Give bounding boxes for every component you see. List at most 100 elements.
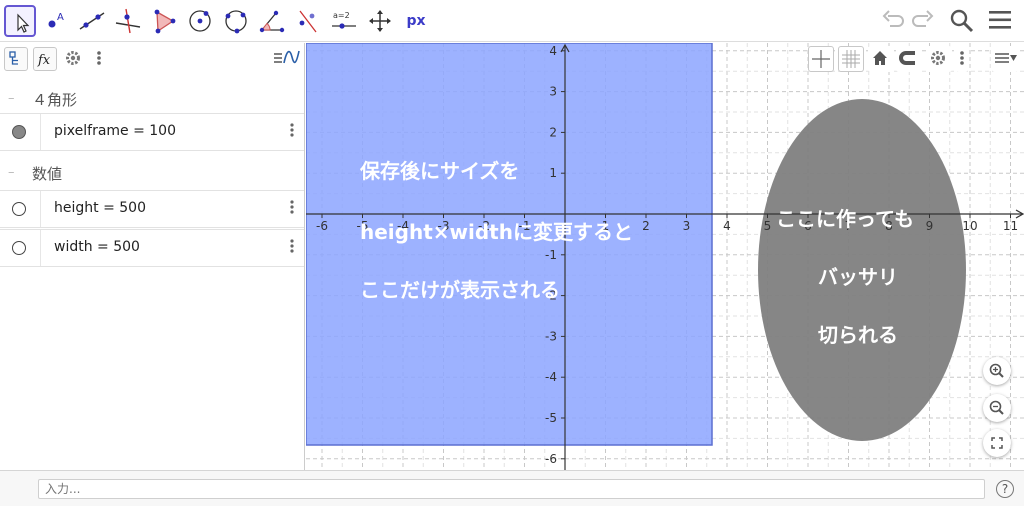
slider-tool-button[interactable]: a=2 xyxy=(328,5,360,37)
gear-icon xyxy=(931,51,945,65)
vertical-dots-icon[interactable] xyxy=(286,235,298,259)
algebra-view-close-button[interactable] xyxy=(272,47,300,71)
hamburger-menu-icon xyxy=(989,11,1011,29)
algebra-row-pixelframe[interactable]: pixelframe = 100 xyxy=(0,113,304,151)
grid-icon xyxy=(842,50,860,68)
algebra-row-width[interactable]: width = 500 xyxy=(0,229,304,267)
fullscreen-icon xyxy=(991,437,1003,449)
angle-icon xyxy=(259,10,285,33)
polygon-tool-button[interactable] xyxy=(148,5,180,37)
algebra-more-button[interactable] xyxy=(94,47,104,71)
undo-icon xyxy=(882,10,904,27)
graphics-style-bar xyxy=(808,46,1020,76)
search-button[interactable] xyxy=(949,8,975,36)
y-tick-label: -4 xyxy=(545,370,557,384)
annotation-text: 保存後にサイズを xyxy=(360,159,520,183)
vertical-dots-icon xyxy=(97,51,101,65)
auxiliary-objects-button[interactable]: fx xyxy=(33,47,57,71)
px-label: px xyxy=(406,13,426,29)
y-tick-label: -3 xyxy=(545,329,557,343)
annotation-text: 切られる xyxy=(818,323,898,347)
algebra-definition: height = 500 xyxy=(54,200,146,216)
perpendicular-line-icon xyxy=(115,8,141,34)
point-tool-button[interactable]: A xyxy=(40,5,72,37)
redo-button[interactable] xyxy=(912,8,934,36)
collapse-icon[interactable]: – xyxy=(8,165,15,180)
grid-toggle-button[interactable] xyxy=(838,46,864,72)
algebra-group-numbers[interactable]: – 数値 xyxy=(0,155,304,191)
angle-tool-button[interactable] xyxy=(256,5,288,37)
axes-icon xyxy=(812,50,830,68)
graphics-more-button[interactable] xyxy=(956,46,968,72)
circle-center-point-tool-button[interactable] xyxy=(184,5,216,37)
y-tick-label: -1 xyxy=(545,248,557,262)
algebra-toolbar: fx xyxy=(0,43,304,75)
group-label: ４角形 xyxy=(32,91,78,109)
vertical-dots-icon[interactable] xyxy=(286,119,298,143)
toggle-style-bar-button[interactable] xyxy=(992,46,1018,72)
px-tool-button[interactable]: px xyxy=(400,5,432,37)
move-tool-button[interactable] xyxy=(4,5,36,37)
standard-view-button[interactable] xyxy=(868,46,894,72)
row-divider xyxy=(40,191,41,227)
x-tick-label: 10 xyxy=(962,219,977,233)
undo-button[interactable] xyxy=(882,8,904,36)
gear-icon xyxy=(66,51,80,65)
zoom-in-icon xyxy=(989,363,1004,378)
perpendicular-line-tool-button[interactable] xyxy=(112,5,144,37)
y-tick-label: 3 xyxy=(549,85,557,99)
vertical-dots-icon[interactable] xyxy=(286,196,298,220)
y-tick-label: 1 xyxy=(549,166,557,180)
algebra-row-height[interactable]: height = 500 xyxy=(0,190,304,228)
graph-toggle-icon xyxy=(274,50,300,64)
x-tick-label: 2 xyxy=(642,219,650,233)
annotation-text: ここだけが表示される xyxy=(360,278,560,302)
style-bar-toggle-icon xyxy=(995,53,1017,63)
collapse-icon[interactable]: – xyxy=(8,91,15,106)
axes-toggle-button[interactable] xyxy=(808,46,834,72)
algebra-definition: width = 500 xyxy=(54,239,140,255)
help-button[interactable]: ? xyxy=(996,480,1014,498)
point-capturing-button[interactable] xyxy=(896,46,922,72)
zoom-in-button[interactable] xyxy=(983,357,1011,385)
annotation-text: height×widthに変更すると xyxy=(360,220,633,244)
svg-text:A: A xyxy=(57,12,64,23)
line-tool-button[interactable] xyxy=(76,5,108,37)
graphics-view[interactable]: -6 -5 -4 -3 -2 -1 1 2 3 4 5 6 7 8 9 10 11 4 3 2 1 -1 -2 -3 -4 -5-… xyxy=(306,43,1024,470)
visibility-toggle[interactable] xyxy=(12,202,26,216)
y-tick-label: 4 xyxy=(549,44,557,58)
tree-view-icon xyxy=(9,51,18,65)
reflect-line-icon xyxy=(299,10,317,33)
x-tick-label: 3 xyxy=(683,219,691,233)
point-icon: A xyxy=(48,12,64,28)
cursor-arrow-icon xyxy=(17,13,30,33)
algebra-settings-button[interactable] xyxy=(62,47,86,71)
move-arrows-icon xyxy=(369,10,391,32)
circle-three-points-tool-button[interactable] xyxy=(220,5,252,37)
x-tick-label: 11 xyxy=(1003,219,1018,233)
slider-icon: a=2 xyxy=(332,11,356,29)
main-menu-button[interactable] xyxy=(988,8,1012,36)
vertical-dots-icon xyxy=(960,51,964,65)
algebra-group-quadrilateral[interactable]: – ４角形 xyxy=(0,81,304,117)
visibility-toggle[interactable] xyxy=(12,241,26,255)
zoom-out-icon xyxy=(989,400,1004,415)
svg-text:a=2: a=2 xyxy=(333,11,350,20)
sort-button[interactable] xyxy=(4,47,28,71)
algebra-definition: pixelframe = 100 xyxy=(54,123,177,139)
search-icon xyxy=(950,9,974,33)
fx-icon: fx xyxy=(37,53,51,68)
zoom-out-button[interactable] xyxy=(983,394,1011,422)
input-field[interactable] xyxy=(38,479,985,499)
coordinate-plane[interactable]: -6 -5 -4 -3 -2 -1 1 2 3 4 5 6 7 8 9 10 114321-1-2-3-4-5-… xyxy=(306,43,1024,470)
reflect-tool-button[interactable] xyxy=(292,5,324,37)
graphics-settings-button[interactable] xyxy=(926,46,952,72)
fullscreen-button[interactable] xyxy=(983,429,1011,457)
circle-center-icon xyxy=(189,10,211,32)
visibility-toggle[interactable] xyxy=(12,125,26,139)
x-tick-label: -6 xyxy=(316,219,328,233)
group-label: 数値 xyxy=(32,165,63,183)
magnet-icon xyxy=(899,51,915,65)
x-tick-label: 9 xyxy=(926,219,934,233)
move-graphics-view-tool-button[interactable] xyxy=(364,5,396,37)
